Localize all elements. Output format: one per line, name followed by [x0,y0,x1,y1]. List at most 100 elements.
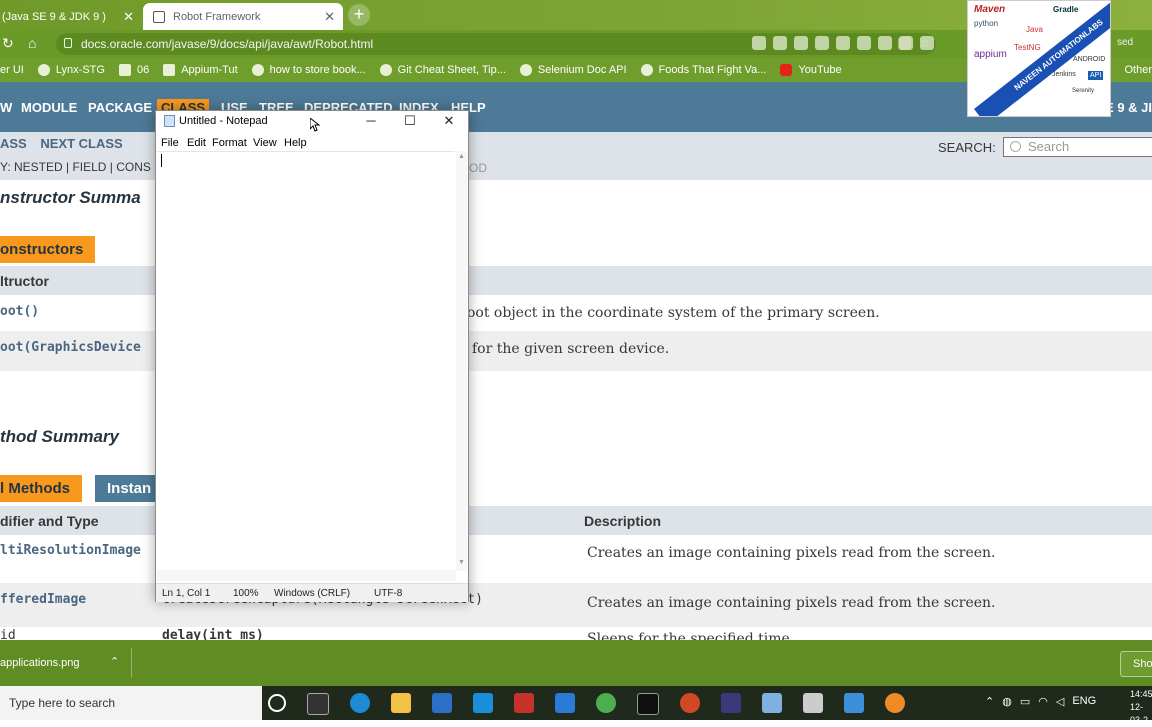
notepad-icon [164,115,175,127]
task-view-icon[interactable] [307,693,329,715]
store-icon[interactable] [432,693,452,713]
mcafee-icon[interactable] [514,693,534,713]
menu-edit[interactable]: Edit [187,137,206,149]
taskbar-clock[interactable]: 14:45 12-03-2 [1130,688,1152,727]
bookmark-item[interactable]: Foods That Fight Va... [640,64,766,76]
download-item[interactable]: applications.png [0,657,80,669]
cortana-icon[interactable] [268,694,286,712]
extension-icon[interactable] [899,36,913,50]
extension-icon[interactable] [857,36,871,50]
bookmark-item[interactable]: Selenium Doc API [519,64,627,76]
bookmark-item[interactable]: Git Cheat Sheet, Tip... [379,64,506,76]
google-icon [251,64,264,76]
constructors-tab[interactable]: onstructors [0,236,96,263]
bookmark-item[interactable]: YouTube [780,64,842,76]
instance-methods-tab[interactable]: Instan [95,475,164,502]
bookmark-item[interactable]: er UI [0,64,24,76]
nav-package[interactable]: PACKAGE [88,100,152,115]
method-desc: Creates an image containing pixels read … [587,545,996,561]
extension-icon[interactable] [836,36,850,50]
maximize-icon[interactable]: ☐ [391,111,429,132]
minimize-icon[interactable]: ─ [352,111,390,132]
extension-icon[interactable] [752,36,766,50]
all-methods-tab[interactable]: l Methods [0,475,82,502]
mail-icon[interactable] [555,693,575,713]
horizontal-scrollbar[interactable] [157,570,456,581]
summary-links-tail[interactable]: OD [469,161,487,175]
globe-icon [519,64,532,76]
scroll-down-icon[interactable]: ▼ [458,559,465,566]
extension-icon[interactable] [773,36,787,50]
tab-java-docs[interactable]: (Java SE 9 & JDK 9 ) ✕ [0,3,142,30]
tab-title: (Java SE 9 & JDK 9 ) [2,10,106,23]
zoom-level: 100% [233,588,259,599]
app-l-icon[interactable] [473,693,493,713]
menu-format[interactable]: Format [212,137,247,149]
app-icon[interactable] [885,693,905,713]
app-icon[interactable] [844,693,864,713]
method-type[interactable]: fferedImage [0,592,86,607]
text-caret [161,154,162,167]
bookmark-item[interactable]: Appium-Tut [163,64,238,76]
method-signature[interactable]: delay(int ms) [162,628,264,640]
chevron-up-icon[interactable]: ⌃ [985,695,994,708]
close-icon[interactable]: ✕ [430,111,468,132]
chrome-icon[interactable] [596,693,616,713]
method-type[interactable]: ltiResolutionImage [0,543,141,558]
scroll-up-icon[interactable]: ▲ [458,153,465,160]
notepad-taskbar-icon[interactable] [762,693,782,713]
next-class-link[interactable]: NEXT CLASS [40,136,122,151]
powerpoint-icon[interactable] [680,693,700,713]
reload-icon[interactable]: ↻ [2,35,14,52]
terminal-icon[interactable] [637,693,659,715]
eclipse-icon[interactable] [721,693,741,713]
prev-class-link[interactable]: ASS [0,136,27,151]
constructor-col: ltructor [0,273,49,289]
language-indicator[interactable]: ENG [1072,695,1096,708]
menu-view[interactable]: View [253,137,277,149]
vertical-scrollbar[interactable]: ▲ ▼ [456,151,467,571]
search-input[interactable]: Search [1003,137,1152,157]
text-editor-area[interactable] [157,151,455,572]
nav-overview[interactable]: W [0,100,12,115]
tab-robot-framework[interactable]: Robot Framework ✕ [143,3,343,30]
menu-help[interactable]: Help [284,137,307,149]
naveen-automationlabs-logo: Maven Gradle python Java appium TestNG A… [967,0,1111,117]
extension-icon[interactable] [815,36,829,50]
edge-icon[interactable] [350,693,370,713]
file-explorer-icon[interactable] [391,693,411,713]
tab-title: Robot Framework [173,10,261,23]
display-icon[interactable]: ▭ [1020,695,1030,708]
notepad-window[interactable]: Untitled - Notepad ─ ☐ ✕ File Edit Forma… [155,110,469,602]
show-all-button[interactable]: Sho [1120,651,1152,677]
home-icon[interactable]: ⌂ [28,35,36,51]
window-title: Untitled - Notepad [179,115,268,127]
method-summary-heading: thod Summary [0,427,120,446]
bookmark-item[interactable]: Lynx-STG [37,64,105,76]
menu-file[interactable]: File [161,137,179,149]
close-icon[interactable]: ✕ [324,9,335,25]
close-icon[interactable]: ✕ [123,9,134,25]
nav-module[interactable]: MODULE [21,100,77,115]
extensions-row [752,36,934,50]
volume-icon[interactable]: ◁ [1056,695,1064,708]
table-row: id delay(int ms) Sleeps for the specifie… [0,627,1152,640]
bookmark-item[interactable]: 06 [118,64,149,76]
chevron-up-icon[interactable]: ⌃ [110,655,119,668]
extension-icon[interactable] [878,36,892,50]
other-bookmarks[interactable]: Other [1124,58,1152,82]
extension-icon[interactable] [794,36,808,50]
bookmark-item[interactable]: how to store book... [251,64,366,76]
wifi-icon[interactable]: ◠ [1038,695,1048,708]
new-tab-button[interactable]: + [348,4,370,26]
network-icon[interactable]: ◍ [1002,695,1012,708]
summary-links[interactable]: Y: NESTED | FIELD | CONS [0,160,151,174]
extension-icon[interactable] [920,36,934,50]
constructor-name[interactable]: oot(GraphicsDevice [0,340,141,355]
modifier-col: difier and Type [0,513,99,529]
profile-status[interactable]: sed [1117,37,1133,48]
constructor-name[interactable]: oot() [0,304,39,319]
doc-brand: E 9 & JI [1105,100,1152,115]
app-icon[interactable] [803,693,823,713]
taskbar-search-input[interactable]: Type here to search [0,686,262,720]
